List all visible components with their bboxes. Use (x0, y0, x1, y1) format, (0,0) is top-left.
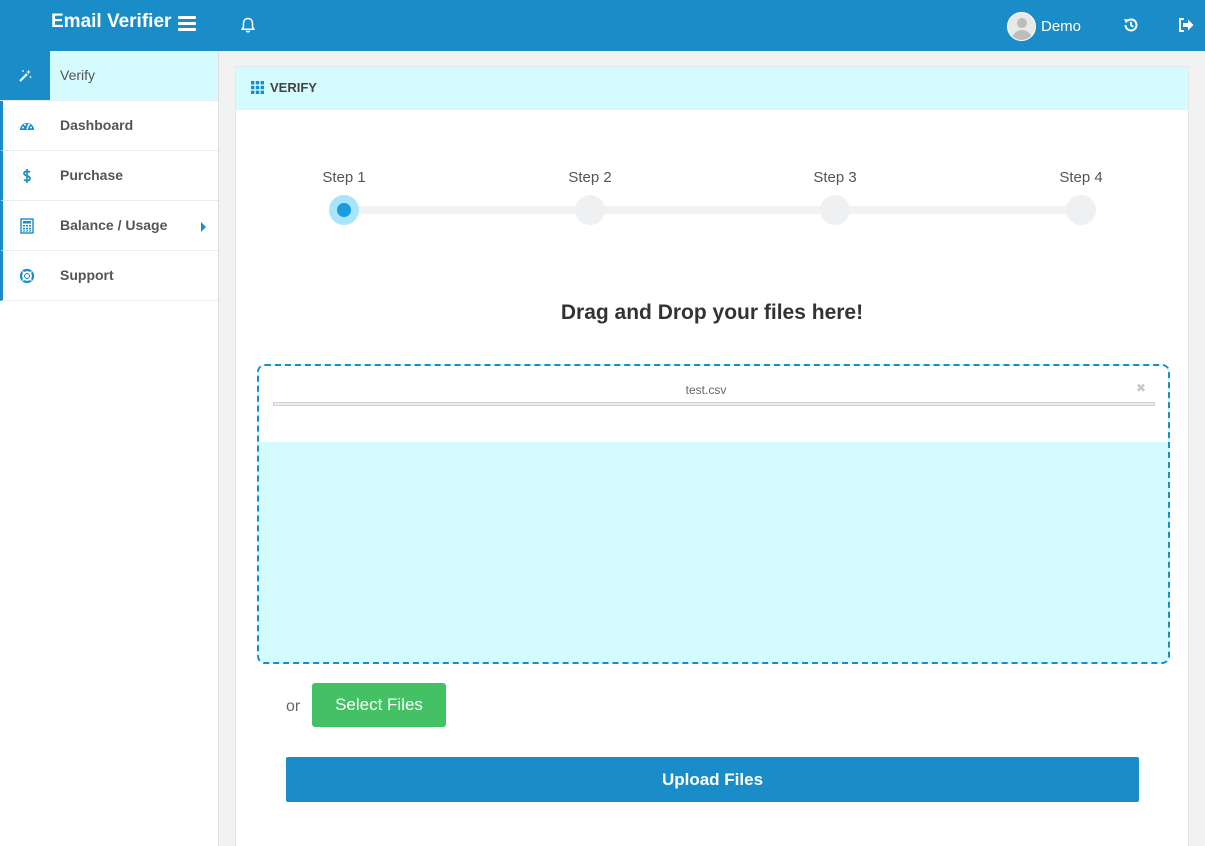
file-dropzone[interactable]: test.csv ✖ (257, 364, 1170, 664)
life-ring-icon (3, 251, 50, 300)
sidebar-item-label: Dashboard (60, 117, 134, 133)
sidebar-item-label: Purchase (60, 167, 124, 183)
step-progress-track (344, 206, 1082, 214)
sidebar-item-label: Balance / Usage (60, 217, 168, 233)
sidebar-item-label: Support (60, 267, 114, 283)
calculator-icon (3, 201, 50, 250)
magic-wand-icon (0, 51, 50, 100)
caret-right-icon (201, 222, 206, 232)
sidebar-item-label: Verify (60, 67, 96, 83)
panel-header: VERIFY (236, 67, 1188, 110)
step-3-label: Step 3 (813, 169, 857, 186)
app-title[interactable]: Email Verifier (51, 11, 171, 33)
step-3-indicator[interactable] (820, 195, 850, 225)
user-menu[interactable]: Demo (1007, 11, 1081, 41)
grid-icon (251, 81, 264, 94)
sidebar-item-balance-usage[interactable]: Balance / Usage (0, 201, 218, 251)
panel-title: VERIFY (270, 80, 317, 95)
step-2-label: Step 2 (568, 169, 612, 186)
step-1-label: Step 1 (322, 169, 366, 186)
sign-out-icon[interactable] (1177, 16, 1195, 34)
step-2-indicator[interactable] (575, 195, 605, 225)
step-4-label: Step 4 (1059, 169, 1103, 186)
dashboard-icon (3, 101, 50, 150)
hamburger-menu-icon[interactable] (178, 16, 196, 34)
top-navbar: Email Verifier Demo (0, 0, 1205, 51)
avatar (1007, 11, 1036, 41)
dollar-icon (3, 151, 50, 200)
select-files-button[interactable]: Select Files (312, 683, 446, 727)
file-list-item: test.csv ✖ (259, 366, 1168, 442)
user-name: Demo (1041, 17, 1082, 35)
bell-icon[interactable] (238, 15, 258, 35)
dropzone-heading: Drag and Drop your files here! (560, 301, 864, 324)
close-icon[interactable]: ✖ (1136, 381, 1146, 395)
history-icon[interactable] (1122, 16, 1140, 34)
sidebar: Verify Dashboard Purchase Balance / Usag… (0, 51, 219, 846)
or-text: or (286, 698, 301, 715)
step-1-indicator[interactable] (329, 195, 359, 225)
upload-files-button[interactable]: Upload Files (286, 757, 1139, 802)
sidebar-item-dashboard[interactable]: Dashboard (0, 101, 218, 151)
step-4-indicator[interactable] (1066, 195, 1096, 225)
file-progress-bar (273, 402, 1155, 406)
sidebar-item-purchase[interactable]: Purchase (0, 151, 218, 201)
sidebar-item-verify[interactable]: Verify (0, 51, 218, 101)
sidebar-item-support[interactable]: Support (0, 251, 218, 301)
verify-panel: VERIFY Step 1 Step 2 Step 3 Step 4 Drag … (235, 66, 1189, 846)
file-name: test.csv (685, 383, 727, 397)
